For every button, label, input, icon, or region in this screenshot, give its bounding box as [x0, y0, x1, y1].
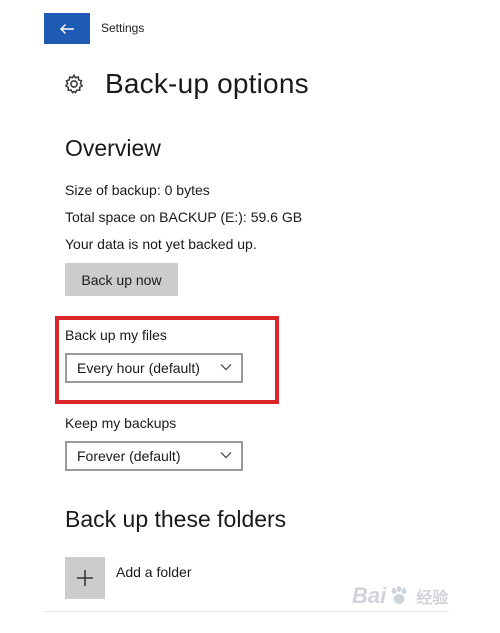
backup-frequency-label: Back up my files: [65, 327, 167, 343]
back-up-now-button[interactable]: Back up now: [65, 263, 178, 296]
divider: [44, 611, 449, 612]
backup-frequency-dropdown[interactable]: Every hour (default): [65, 353, 243, 383]
baidu-watermark: Bai 经验: [352, 583, 448, 609]
page-heading: Back-up options: [63, 68, 309, 100]
chevron-down-icon: [220, 364, 232, 371]
app-title: Settings: [101, 21, 145, 35]
paw-icon: [391, 586, 407, 604]
keep-backups-value: Forever (default): [77, 448, 181, 464]
watermark-text-left: Bai: [352, 583, 387, 608]
page-title: Back-up options: [105, 68, 309, 99]
back-button[interactable]: [44, 13, 90, 44]
backup-frequency-value: Every hour (default): [77, 360, 200, 376]
folders-heading: Back up these folders: [65, 506, 287, 532]
overview-heading: Overview: [65, 135, 161, 161]
add-folder-label: Add a folder: [116, 564, 192, 580]
chevron-down-icon: [220, 452, 232, 459]
title-bar: Settings: [0, 0, 460, 44]
gear-icon: [64, 73, 84, 94]
watermark-text-right: 经验: [416, 590, 449, 607]
backup-size-text: Size of backup: 0 bytes: [65, 182, 210, 198]
keep-backups-label: Keep my backups: [65, 415, 177, 431]
add-folder-button[interactable]: Add a folder: [65, 557, 192, 599]
total-space-text: Total space on BACKUP (E:): 59.6 GB: [65, 209, 303, 225]
add-folder-tile[interactable]: [65, 557, 105, 599]
plus-icon: [77, 570, 93, 586]
backup-status-text: Your data is not yet backed up.: [65, 236, 257, 252]
settings-window: Settings Back-up options Overview Size o…: [0, 0, 500, 633]
arrow-left-icon: [60, 23, 74, 34]
keep-backups-dropdown[interactable]: Forever (default): [65, 441, 243, 471]
